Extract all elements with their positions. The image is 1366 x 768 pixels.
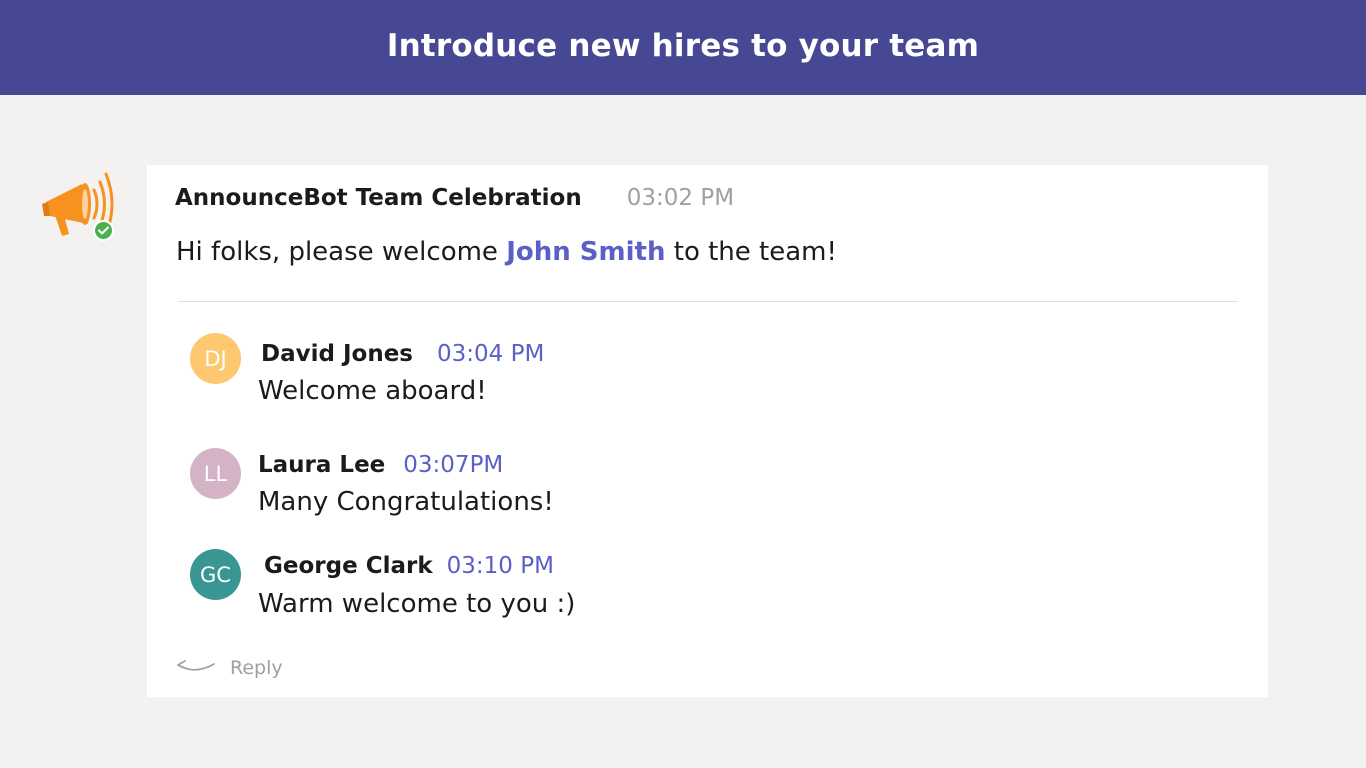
divider	[178, 301, 1238, 302]
reply-button[interactable]: Reply	[175, 657, 283, 679]
reply-author[interactable]: George Clark	[264, 553, 433, 579]
reply-timestamp: 03:07PM	[403, 452, 504, 478]
post-body: Hi folks, please welcome John Smith to t…	[176, 237, 837, 267]
header-banner: Introduce new hires to your team	[0, 0, 1366, 95]
avatar[interactable]: GC	[190, 549, 241, 600]
reply-author[interactable]: Laura Lee	[258, 452, 385, 478]
avatar[interactable]: DJ	[190, 333, 241, 384]
post-author[interactable]: AnnounceBot Team Celebration	[175, 185, 582, 211]
reply-text: Welcome aboard!	[258, 376, 487, 406]
reply-arrow-icon	[175, 658, 217, 678]
mention-link[interactable]: John Smith	[506, 237, 665, 267]
post-body-suffix: to the team!	[665, 237, 837, 267]
reply-button-label: Reply	[230, 657, 283, 679]
reply-timestamp: 03:10 PM	[446, 553, 554, 579]
reply-item: DJ David Jones 03:04 PM Welcome aboard!	[190, 332, 1190, 406]
reply-item: LL Laura Lee 03:07PM Many Congratulation…	[190, 447, 1190, 517]
message-card: AnnounceBot Team Celebration 03:02 PM Hi…	[147, 165, 1268, 697]
reply-timestamp: 03:04 PM	[436, 341, 545, 367]
reply-text: Many Congratulations!	[258, 487, 554, 517]
avatar[interactable]: LL	[190, 448, 241, 499]
presence-badge	[93, 220, 114, 241]
post-timestamp: 03:02 PM	[626, 185, 735, 211]
avatar-initials: DJ	[204, 346, 227, 371]
reply-text: Warm welcome to you :)	[258, 589, 576, 619]
reply-header: George Clark 03:10 PM	[264, 553, 554, 579]
avatar-initials: LL	[203, 461, 228, 486]
check-icon	[95, 222, 112, 239]
reply-header: Laura Lee 03:07PM	[258, 452, 503, 478]
post-body-prefix: Hi folks, please welcome	[176, 237, 507, 267]
banner-title: Introduce new hires to your team	[386, 27, 980, 64]
reply-author[interactable]: David Jones	[261, 341, 413, 367]
reply-item: GC George Clark 03:10 PM Warm welcome to…	[190, 549, 1190, 619]
avatar-initials: GC	[200, 562, 231, 587]
reply-header: David Jones 03:04 PM	[261, 341, 544, 367]
post-header: AnnounceBot Team Celebration 03:02 PM	[175, 185, 734, 211]
